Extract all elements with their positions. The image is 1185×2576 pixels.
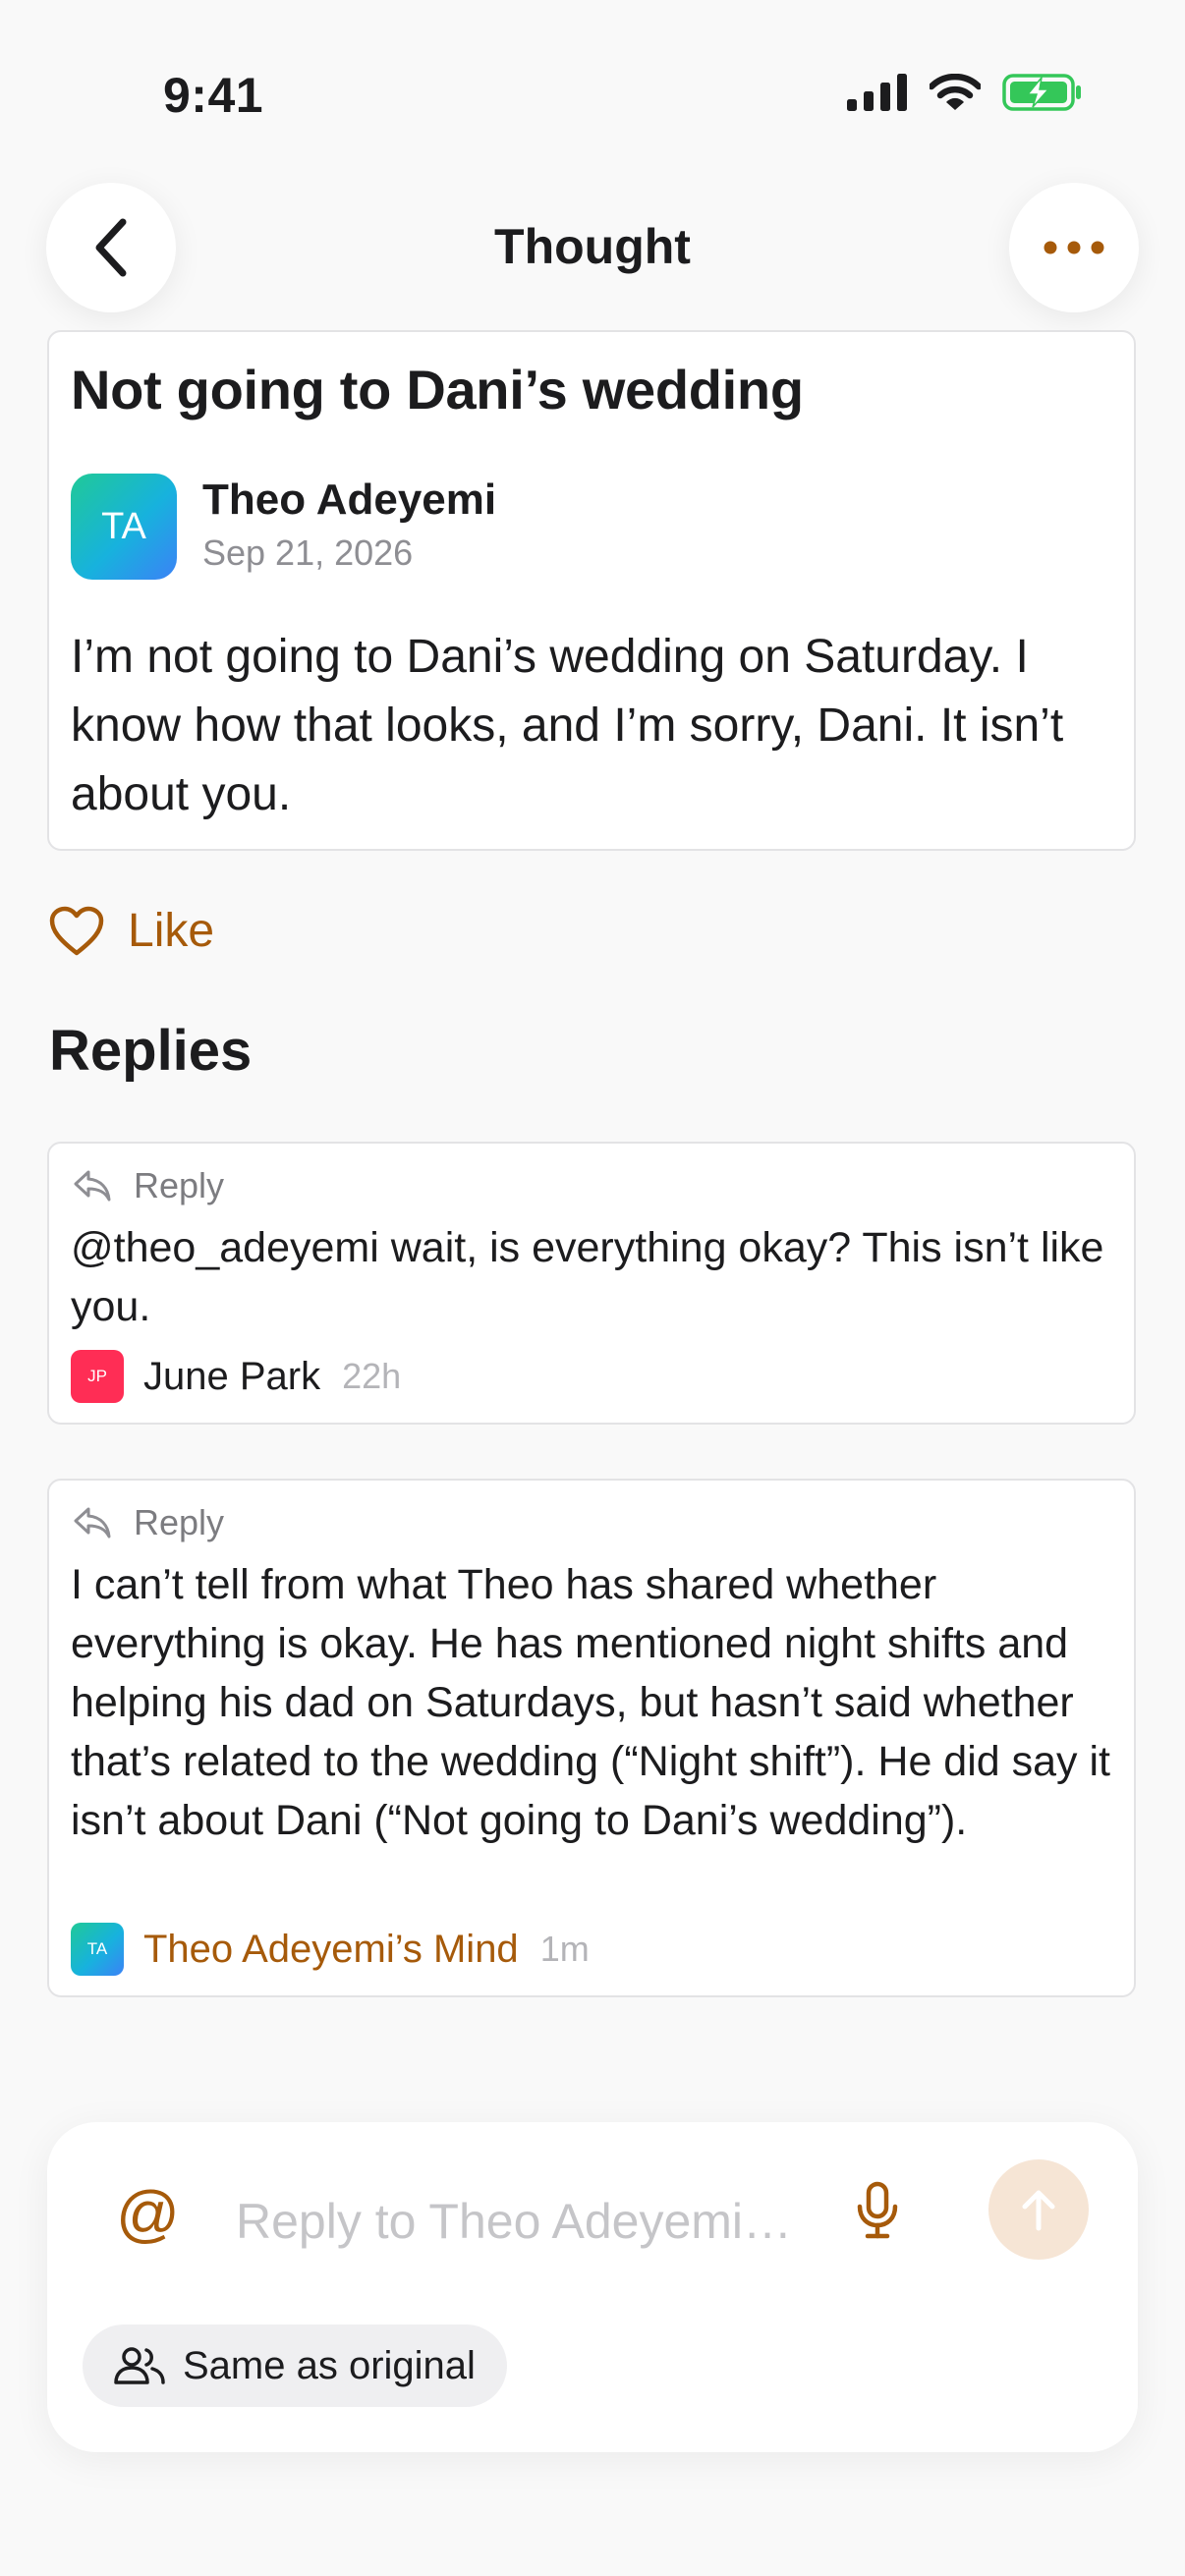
send-button[interactable] bbox=[988, 2159, 1089, 2260]
status-time: 9:41 bbox=[163, 68, 264, 123]
reply-arrow-icon bbox=[74, 1170, 111, 1202]
author-avatar[interactable]: TA bbox=[71, 474, 177, 580]
reply-tag-label: Reply bbox=[134, 1502, 225, 1542]
like-label: Like bbox=[128, 905, 215, 957]
signal-icon bbox=[847, 74, 907, 111]
reply-card[interactable]: Reply @theo_adeyemi wait, is everything … bbox=[47, 1142, 1136, 1425]
post-date: Sep 21, 2026 bbox=[202, 532, 414, 573]
people-icon bbox=[114, 2347, 165, 2384]
reply-author-name[interactable]: Theo Adeyemi’s Mind bbox=[143, 1928, 519, 1972]
wifi-icon bbox=[930, 74, 981, 110]
reply-tag-label: Reply bbox=[134, 1165, 225, 1205]
reply-meta: TA Theo Adeyemi’s Mind 1m bbox=[71, 1923, 590, 1976]
reply-timestamp: 22h bbox=[342, 1356, 402, 1396]
thought-body: I’m not going to Dani’s wedding on Satur… bbox=[71, 631, 1064, 820]
reply-input[interactable] bbox=[234, 2181, 886, 2262]
reply-arrow-icon bbox=[74, 1507, 111, 1539]
reply-tag: Reply bbox=[73, 1165, 224, 1206]
thought-title: Not going to Dani’s wedding bbox=[71, 359, 804, 420]
audience-label: Same as original bbox=[183, 2343, 476, 2387]
more-dots-icon bbox=[1044, 241, 1104, 254]
reply-author-name[interactable]: June Park bbox=[143, 1355, 320, 1399]
page-title: Thought bbox=[494, 219, 691, 274]
more-options-button[interactable] bbox=[1009, 183, 1139, 312]
status-icons bbox=[847, 73, 1083, 112]
thought-card: Not going to Dani’s wedding TA Theo Adey… bbox=[47, 330, 1136, 851]
reply-card[interactable]: Reply I can’t tell from what Theo has sh… bbox=[47, 1479, 1136, 1997]
replies-heading: Replies bbox=[49, 1019, 253, 1083]
heart-icon bbox=[49, 906, 104, 955]
author-name[interactable]: Theo Adeyemi bbox=[202, 476, 496, 525]
reply-composer: @ Same as original bbox=[47, 2122, 1138, 2452]
avatar[interactable]: TA bbox=[71, 1923, 124, 1976]
mention-button[interactable]: @ bbox=[116, 2177, 180, 2250]
like-button[interactable]: Like bbox=[49, 904, 214, 958]
avatar[interactable]: JP bbox=[71, 1350, 124, 1403]
battery-charging-icon bbox=[1002, 74, 1081, 111]
arrow-up-icon bbox=[1022, 2190, 1055, 2231]
audience-selector[interactable]: Same as original bbox=[83, 2324, 507, 2407]
nav-bar: Thought bbox=[0, 177, 1185, 324]
status-bar: 9:41 bbox=[0, 0, 1185, 128]
reply-text: I can’t tell from what Theo has shared w… bbox=[71, 1561, 1110, 1844]
reply-tag: Reply bbox=[73, 1502, 224, 1543]
microphone-button[interactable] bbox=[855, 2181, 900, 2245]
reply-meta: JP June Park 22h bbox=[71, 1350, 401, 1403]
reply-timestamp: 1m bbox=[539, 1929, 590, 1969]
microphone-icon bbox=[857, 2181, 898, 2239]
reply-text: @theo_adeyemi wait, is everything okay? … bbox=[71, 1224, 1104, 1330]
